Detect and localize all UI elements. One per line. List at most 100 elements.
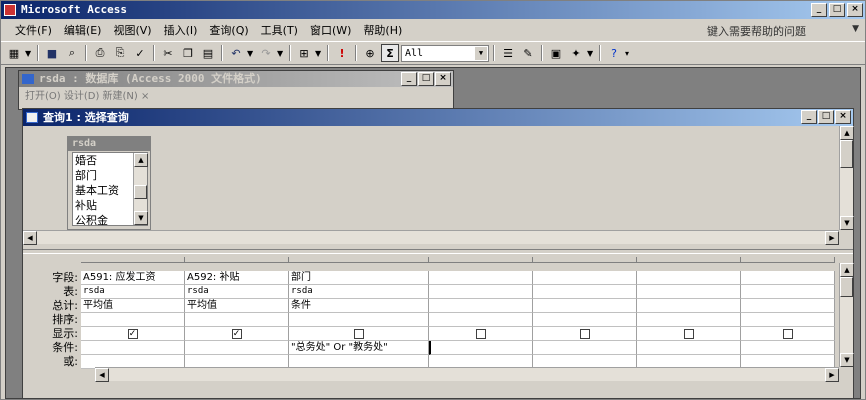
- field-cell[interactable]: [637, 271, 741, 285]
- toolbar-options-icon[interactable]: ▾: [625, 49, 633, 58]
- column-selector[interactable]: [429, 257, 533, 263]
- redo-icon[interactable]: ↷: [257, 44, 275, 62]
- redo-dropdown-icon[interactable]: ▼: [277, 49, 285, 58]
- column-selector[interactable]: [533, 257, 637, 263]
- close-icon[interactable]: ×: [847, 3, 863, 17]
- column-selector[interactable]: [741, 257, 835, 263]
- grid-vscroll[interactable]: ▲ ▼: [839, 263, 854, 367]
- column-selector[interactable]: [637, 257, 741, 263]
- field-list-scrollbar[interactable]: ▲ ▼: [133, 153, 148, 225]
- copy-icon[interactable]: ❐: [179, 44, 197, 62]
- print-preview-icon[interactable]: ⎘: [111, 44, 129, 62]
- grid-hscroll[interactable]: ◀ ▶: [95, 367, 839, 382]
- help-icon[interactable]: ?: [605, 44, 623, 62]
- field-cell[interactable]: [741, 271, 835, 285]
- database-toolbar[interactable]: 打开(O) 设计(D) 新建(N) ×: [19, 87, 453, 105]
- field-list-title[interactable]: rsda: [68, 137, 150, 151]
- criteria-cell[interactable]: [429, 341, 533, 355]
- table-cell[interactable]: rsda: [289, 285, 429, 299]
- table-pane-vscroll-thumb[interactable]: [840, 140, 853, 168]
- undo-dropdown-icon[interactable]: ▼: [247, 49, 255, 58]
- spelling-icon[interactable]: ✓: [131, 44, 149, 62]
- table-cell[interactable]: rsda: [81, 285, 185, 299]
- field-list-scroll-thumb[interactable]: [134, 185, 147, 199]
- sort-cell[interactable]: [637, 313, 741, 327]
- criteria-cell[interactable]: [81, 341, 185, 355]
- menu-edit[interactable]: 编辑(E): [58, 22, 108, 38]
- scroll-down-icon[interactable]: ▼: [840, 353, 854, 367]
- scroll-right-icon[interactable]: ▶: [825, 231, 839, 245]
- table-cell[interactable]: [533, 285, 637, 299]
- query-type-icon[interactable]: ⊞: [295, 44, 313, 62]
- app-titlebar[interactable]: Microsoft Access _ □ ×: [1, 1, 865, 19]
- print-icon[interactable]: ⎙: [91, 44, 109, 62]
- field-cell[interactable]: [429, 271, 533, 285]
- scroll-up-icon[interactable]: ▲: [840, 263, 854, 277]
- sort-cell[interactable]: [81, 313, 185, 327]
- table-cell[interactable]: [741, 285, 835, 299]
- menu-query[interactable]: 查询(Q): [203, 22, 254, 38]
- combo-dropdown-icon[interactable]: ▼: [475, 46, 487, 60]
- menu-window[interactable]: 窗口(W): [304, 22, 357, 38]
- table-pane-vscroll[interactable]: ▲ ▼: [839, 126, 854, 230]
- column-selector[interactable]: [289, 257, 429, 263]
- table-pane-hscroll[interactable]: ◀ ▶: [23, 230, 839, 245]
- criteria-cell[interactable]: [637, 341, 741, 355]
- scroll-up-icon[interactable]: ▲: [840, 126, 854, 140]
- grid-vscroll-thumb[interactable]: [840, 277, 853, 297]
- show-checkbox[interactable]: [475, 328, 486, 339]
- total-cell[interactable]: [741, 299, 835, 313]
- scroll-left-icon[interactable]: ◀: [95, 368, 109, 382]
- show-checkbox[interactable]: [782, 328, 793, 339]
- new-object-dropdown-icon[interactable]: ▼: [587, 49, 595, 58]
- view-icon[interactable]: ▦: [5, 44, 23, 62]
- db-minimize-icon[interactable]: _: [401, 72, 417, 86]
- scroll-down-icon[interactable]: ▼: [134, 211, 148, 225]
- database-window-titlebar[interactable]: rsda : 数据库 (Access 2000 文件格式) _ □ ×: [19, 71, 453, 87]
- restore-icon[interactable]: □: [829, 3, 845, 17]
- menu-insert[interactable]: 插入(I): [158, 22, 204, 38]
- help-search-box[interactable]: 键入需要帮助的问题 ▼: [703, 23, 861, 39]
- menu-help[interactable]: 帮助(H): [357, 22, 408, 38]
- scroll-down-icon[interactable]: ▼: [840, 216, 854, 230]
- sort-cell[interactable]: [741, 313, 835, 327]
- db-maximize-icon[interactable]: □: [418, 72, 434, 86]
- total-cell[interactable]: [533, 299, 637, 313]
- field-cell[interactable]: [533, 271, 637, 285]
- view-dropdown-icon[interactable]: ▼: [25, 49, 33, 58]
- save-icon[interactable]: ■: [43, 44, 61, 62]
- minimize-icon[interactable]: _: [811, 3, 827, 17]
- file-search-icon[interactable]: ⌕: [63, 44, 81, 62]
- properties-icon[interactable]: ☰: [499, 44, 517, 62]
- criteria-cell[interactable]: [533, 341, 637, 355]
- query-maximize-icon[interactable]: □: [818, 110, 834, 124]
- field-list-rsda[interactable]: rsda 婚否 部门 基本工资 补贴 公积金 ▲ ▼: [67, 136, 151, 230]
- total-cell[interactable]: [637, 299, 741, 313]
- query-type-dropdown-icon[interactable]: ▼: [315, 49, 323, 58]
- help-dropdown-icon[interactable]: ▼: [852, 24, 859, 34]
- column-selector[interactable]: [81, 257, 185, 263]
- sort-cell[interactable]: [185, 313, 289, 327]
- field-cell[interactable]: A591: 应发工资: [81, 271, 185, 285]
- db-close-icon[interactable]: ×: [435, 72, 451, 86]
- total-cell[interactable]: [429, 299, 533, 313]
- column-selector[interactable]: [185, 257, 289, 263]
- build-icon[interactable]: ✎: [519, 44, 537, 62]
- show-checkbox[interactable]: [683, 328, 694, 339]
- total-cell[interactable]: 条件: [289, 299, 429, 313]
- sort-cell[interactable]: [289, 313, 429, 327]
- query-minimize-icon[interactable]: _: [801, 110, 817, 124]
- menu-view[interactable]: 视图(V): [107, 22, 157, 38]
- total-cell[interactable]: 平均值: [185, 299, 289, 313]
- top-values-combo[interactable]: All ▼: [401, 44, 489, 62]
- total-cell[interactable]: 平均值: [81, 299, 185, 313]
- criteria-cell[interactable]: [185, 341, 289, 355]
- show-checkbox[interactable]: [579, 328, 590, 339]
- new-object-icon[interactable]: ✦: [567, 44, 585, 62]
- query-window-titlebar[interactable]: 查询1 : 选择查询 _ □ ×: [23, 109, 853, 126]
- sort-cell[interactable]: [429, 313, 533, 327]
- table-cell[interactable]: [429, 285, 533, 299]
- scroll-left-icon[interactable]: ◀: [23, 231, 37, 245]
- database-window[interactable]: rsda : 数据库 (Access 2000 文件格式) _ □ × 打开(O…: [18, 70, 454, 110]
- menu-file[interactable]: 文件(F): [9, 22, 58, 38]
